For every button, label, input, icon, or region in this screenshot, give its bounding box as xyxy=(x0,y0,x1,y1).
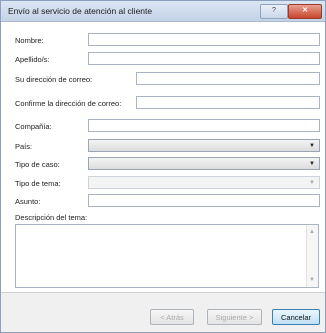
asunto-label: Asunto: xyxy=(15,197,41,206)
form-area: Nombre: Apellido/s: Su dirección de corr… xyxy=(1,22,325,292)
tipo-tema-dropdown[interactable]: ▼ xyxy=(88,176,320,189)
title-bar[interactable]: Envío al servicio de atención al cliente… xyxy=(1,1,325,22)
tipo-tema-label: Tipo de tema: xyxy=(15,179,61,188)
next-button[interactable]: Siguiente > xyxy=(207,309,262,325)
window-title: Envío al servicio de atención al cliente xyxy=(8,6,153,16)
scroll-down-icon[interactable]: ▼ xyxy=(309,277,315,283)
dialog-window: Envío al servicio de atención al cliente… xyxy=(0,0,326,333)
descripcion-textarea[interactable]: ▲ ▼ xyxy=(15,224,319,288)
compania-label: Compañía: xyxy=(15,122,52,131)
apellidos-label: Apellido/s: xyxy=(15,55,50,64)
email-field[interactable] xyxy=(136,72,320,85)
tipo-caso-label: Tipo de caso: xyxy=(15,160,60,169)
help-button[interactable]: ? xyxy=(260,4,288,19)
pais-dropdown[interactable]: ▼ xyxy=(88,139,320,152)
vertical-scrollbar[interactable]: ▲ ▼ xyxy=(306,225,318,287)
close-button[interactable]: ✕ xyxy=(288,4,322,19)
asunto-field[interactable] xyxy=(88,194,320,207)
cancel-button[interactable]: Cancelar xyxy=(272,309,320,325)
tipo-caso-dropdown[interactable]: ▼ xyxy=(88,157,320,170)
apellidos-field[interactable] xyxy=(88,52,320,65)
confirm-email-label: Confirme la dirección de correo: xyxy=(15,99,122,108)
email-label: Su dirección de correo: xyxy=(15,75,93,84)
chevron-down-icon: ▼ xyxy=(309,143,315,149)
back-button[interactable]: < Atrás xyxy=(150,309,194,325)
pais-label: País: xyxy=(15,142,33,151)
descripcion-label: Descripción del tema: xyxy=(15,213,88,222)
nombre-label: Nombre: xyxy=(15,36,44,45)
confirm-email-field[interactable] xyxy=(136,96,320,109)
footer-divider xyxy=(1,292,325,293)
compania-field[interactable] xyxy=(88,119,320,132)
chevron-down-icon: ▼ xyxy=(309,161,315,167)
nombre-field[interactable] xyxy=(88,33,320,46)
scroll-up-icon[interactable]: ▲ xyxy=(309,229,315,235)
chevron-down-icon: ▼ xyxy=(309,180,315,186)
